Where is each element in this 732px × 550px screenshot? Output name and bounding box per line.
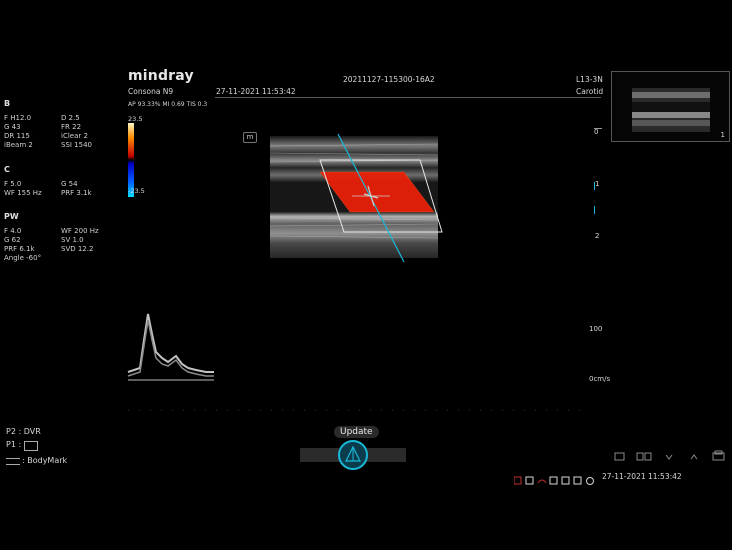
param: DR 115 [4, 132, 30, 140]
param: PRF 6.1k [4, 245, 35, 253]
param: F 5.0 [4, 180, 22, 188]
scan-icon [345, 445, 361, 462]
chevron-down-icon[interactable] [664, 452, 674, 462]
c-mode-title: C [4, 165, 10, 174]
p1-icon[interactable] [24, 441, 38, 451]
brand-logo: mindray [128, 68, 194, 84]
depth-label: 1 [595, 180, 600, 188]
storage-icon [513, 476, 522, 485]
param: PRF 3.1k [61, 189, 92, 197]
header-datetime: 27-11-2021 11:53:42 [216, 87, 296, 96]
color-scale-max: 23.5 [128, 115, 143, 123]
doppler-spectrum[interactable] [126, 300, 588, 418]
usb-icon [525, 476, 534, 485]
p1-key[interactable]: P1 : [6, 440, 21, 450]
param: WF 155 Hz [4, 189, 42, 197]
exam-id: 20211127-115300-16A2 [343, 75, 435, 84]
pw-mode-title: PW [4, 212, 19, 221]
param: SVD 12.2 [61, 245, 94, 253]
p2-key[interactable]: P2 : DVR [6, 427, 41, 437]
param: SV 1.0 [61, 236, 84, 244]
acoustic-output: AP 93.33% MI 0.69 TIS 0.3 [128, 101, 208, 108]
print-status-icon [549, 476, 558, 485]
param: SSI 1540 [61, 141, 92, 149]
ultrasound-image[interactable] [264, 128, 444, 263]
param: Angle -60° [4, 254, 42, 262]
param: D 2.5 [61, 114, 80, 122]
param: G 54 [61, 180, 78, 188]
chevron-up-icon[interactable] [689, 452, 699, 462]
thumbnail-label: 1 [720, 131, 725, 139]
param: iBeam 2 [4, 141, 33, 149]
param: FR 22 [61, 123, 82, 131]
m-label[interactable]: m [243, 132, 257, 143]
probe-name: L13-3N [576, 75, 603, 84]
velocity-label: 0cm/s [589, 375, 611, 383]
param: WF 200 Hz [61, 227, 99, 235]
param: G 43 [4, 123, 21, 131]
system-model: Consona N9 [128, 87, 174, 96]
color-scale-bar [128, 123, 134, 197]
dual-view-icon[interactable] [636, 452, 652, 462]
print-icon[interactable] [712, 450, 726, 462]
header-divider [215, 97, 601, 98]
bodymark-label[interactable]: : BodyMark [22, 456, 67, 466]
param: G 62 [4, 236, 21, 244]
clock-icon [586, 477, 594, 485]
param: F 4.0 [4, 227, 22, 235]
bodymark-icon[interactable] [6, 458, 20, 465]
network-icon [537, 479, 547, 484]
dicom-icon [561, 476, 570, 485]
exam-preset: Carotid [576, 87, 604, 96]
param: F H12.0 [4, 114, 32, 122]
thumbnail-view[interactable]: 1 [611, 71, 730, 142]
depth-marker [594, 206, 595, 214]
depth-label: 0 [594, 128, 599, 136]
update-button[interactable] [338, 440, 368, 470]
status-datetime: 27-11-2021 11:53:42 [602, 472, 682, 481]
b-mode-title: B [4, 99, 11, 108]
update-label: Update [334, 426, 379, 438]
window-icon[interactable] [614, 452, 628, 462]
param: iClear 2 [61, 132, 88, 140]
velocity-label: 100 [589, 325, 603, 333]
battery-icon [573, 476, 582, 485]
status-icons [513, 471, 596, 485]
depth-label: 2 [595, 232, 600, 240]
thumbnail-image [632, 88, 710, 132]
color-scale-min: -23.5 [128, 187, 145, 195]
